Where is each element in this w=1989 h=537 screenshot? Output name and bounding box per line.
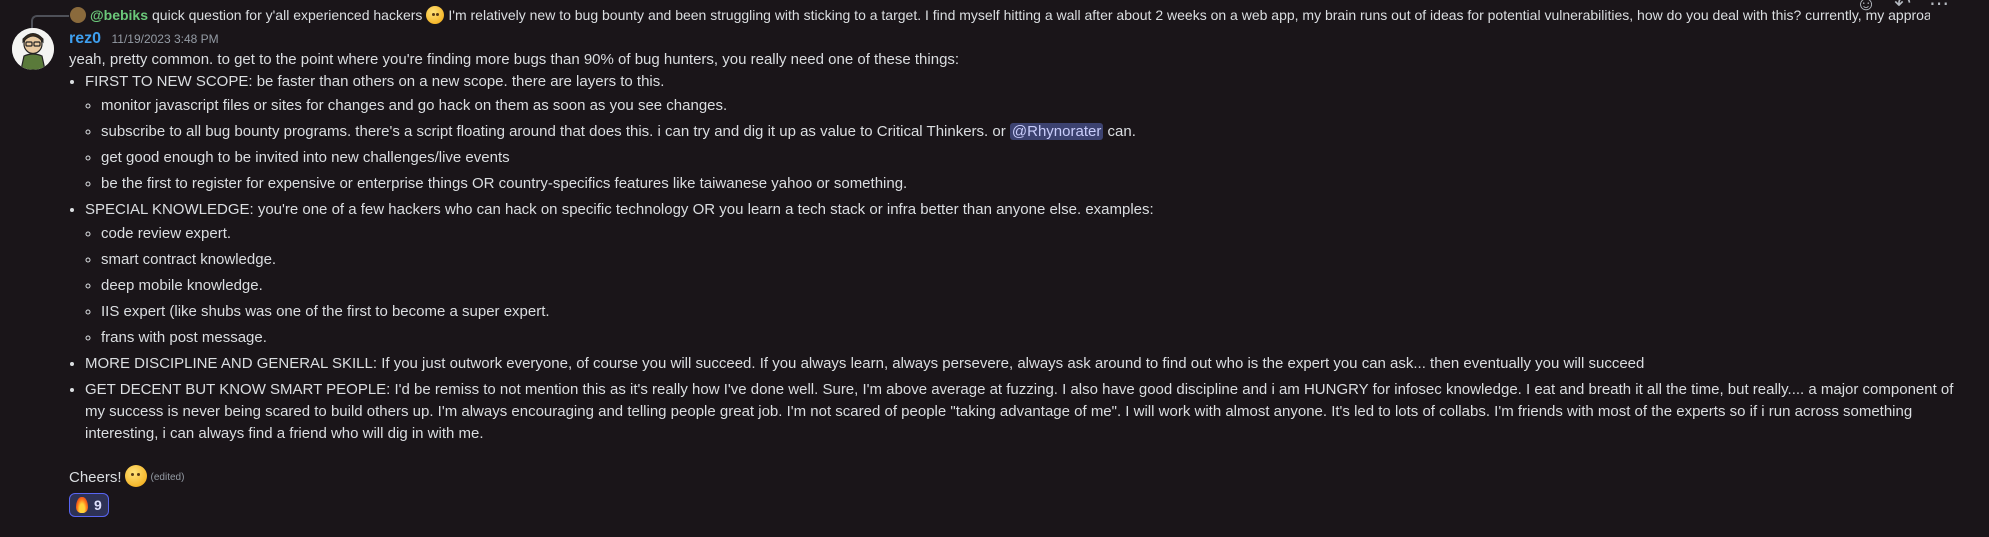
- reply-author[interactable]: @bebiks: [90, 7, 148, 23]
- closing-text: Cheers!: [69, 469, 122, 486]
- sub-list-item: subscribe to all bug bounty programs. th…: [101, 121, 1969, 143]
- avatar-image: [12, 28, 54, 70]
- username[interactable]: rez0: [69, 30, 101, 47]
- sub-list-item-text-end: can.: [1107, 123, 1136, 140]
- smile-emoji-icon: [124, 465, 147, 487]
- sub-list-item: IIS expert (like shubs was one of the fi…: [101, 301, 1969, 323]
- reply-text-end: I'm relatively new to bug bounty and bee…: [448, 7, 1930, 23]
- sub-list-item: be the first to register for expensive o…: [101, 173, 1969, 195]
- list-item: GET DECENT BUT KNOW SMART PEOPLE: I'd be…: [85, 379, 1969, 445]
- closing-line: Cheers! (edited): [69, 465, 1969, 489]
- reaction-button[interactable]: 9: [69, 493, 109, 517]
- main-list: FIRST TO NEW SCOPE: be faster than other…: [69, 71, 1969, 445]
- list-item: SPECIAL KNOWLEDGE: you're one of a few h…: [85, 199, 1969, 349]
- list-item: FIRST TO NEW SCOPE: be faster than other…: [85, 71, 1969, 195]
- sweat-smile-emoji-icon: [426, 6, 445, 24]
- list-item-text: FIRST TO NEW SCOPE: be faster than other…: [85, 73, 665, 90]
- sub-list-item: monitor javascript files or sites for ch…: [101, 95, 1969, 117]
- message-toolbar: ☺ ↶ ⋯: [1856, 0, 1949, 14]
- message-intro: yeah, pretty common. to get to the point…: [69, 51, 960, 68]
- more-options-icon[interactable]: ⋯: [1929, 0, 1949, 14]
- reply-author-avatar: [70, 7, 86, 23]
- list-item-text: SPECIAL KNOWLEDGE: you're one of a few h…: [85, 201, 1154, 218]
- reply-preview[interactable]: @bebiks quick question for y'all experien…: [70, 4, 1930, 26]
- sub-list-item: code review expert.: [101, 223, 1969, 245]
- reaction-count: 9: [94, 497, 102, 513]
- reply-icon[interactable]: ↶: [1894, 0, 1911, 14]
- sub-list-item-text: subscribe to all bug bounty programs. th…: [101, 123, 1006, 140]
- user-mention[interactable]: @Rhynorater: [1009, 123, 1104, 140]
- sub-list: monitor javascript files or sites for ch…: [85, 95, 1969, 195]
- edited-label: (edited): [150, 472, 185, 484]
- list-item: MORE DISCIPLINE AND GENERAL SKILL: If yo…: [85, 353, 1969, 375]
- sub-list-item: smart contract knowledge.: [101, 249, 1969, 271]
- message-content: yeah, pretty common. to get to the point…: [69, 49, 1969, 520]
- sub-list-item: frans with post message.: [101, 327, 1969, 349]
- fire-icon: [76, 497, 88, 513]
- timestamp[interactable]: 11/19/2023 3:48 PM: [111, 32, 218, 46]
- sub-list-item: get good enough to be invited into new c…: [101, 147, 1969, 169]
- reply-text-start: quick question for y'all experienced hac…: [152, 7, 423, 23]
- avatar[interactable]: [12, 28, 54, 70]
- sub-list-item: deep mobile knowledge.: [101, 275, 1969, 297]
- sub-list: code review expert. smart contract knowl…: [85, 223, 1969, 349]
- message-header: rez0 11/19/2023 3:48 PM: [69, 29, 219, 49]
- add-reaction-icon[interactable]: ☺: [1856, 0, 1876, 14]
